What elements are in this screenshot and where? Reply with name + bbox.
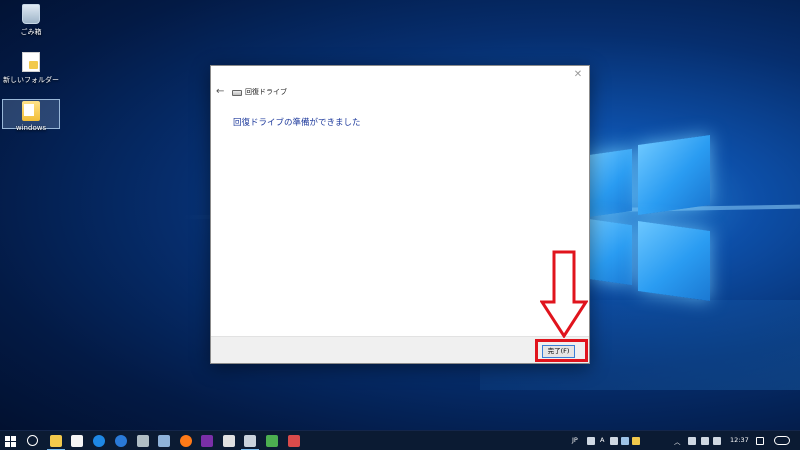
desktop-icon-label: windows <box>15 124 47 132</box>
wifi-icon[interactable] <box>701 437 709 445</box>
recycle-bin-icon <box>22 4 40 24</box>
volume-icon[interactable] <box>713 437 721 445</box>
battery-icon[interactable] <box>688 437 696 445</box>
dialog-footer: 完了(F) <box>211 336 589 363</box>
ime-tool-icon[interactable] <box>587 437 595 445</box>
recovery-drive-taskbar-icon[interactable] <box>241 435 259 450</box>
dialog-title: 回復ドライブ <box>245 88 287 96</box>
logo-pane <box>638 134 710 216</box>
logo-pane <box>638 220 710 302</box>
desktop-icon-recycle-bin[interactable]: ごみ箱 <box>2 4 60 37</box>
firefox-icon[interactable] <box>180 435 192 447</box>
calendar-app-icon[interactable] <box>288 435 300 447</box>
back-arrow-button[interactable]: ← <box>216 86 224 97</box>
ime-pad-icon[interactable] <box>610 437 618 445</box>
taskbar: JP A ︿ 12:37 <box>0 430 800 450</box>
ime-dictionary-icon[interactable] <box>621 437 629 445</box>
file-icon <box>22 52 40 72</box>
store-icon[interactable] <box>71 435 83 447</box>
recovery-drive-dialog: ✕ ← 回復ドライブ 回復ドライブの準備ができました 完了(F) <box>210 65 590 364</box>
ime-language-indicator[interactable]: JP <box>572 436 578 444</box>
dialog-heading: 回復ドライブの準備ができました <box>233 118 361 128</box>
ime-settings-icon[interactable] <box>632 437 640 445</box>
devices-icon[interactable] <box>137 435 149 447</box>
folder-icon <box>22 101 40 121</box>
clock[interactable]: 12:37 <box>730 436 749 444</box>
search-icon[interactable] <box>27 435 38 446</box>
windows-logo-wallpaper <box>588 130 718 320</box>
cloud-icon[interactable] <box>774 436 790 445</box>
action-center-icon[interactable] <box>756 437 764 445</box>
phone-icon[interactable] <box>158 435 170 447</box>
app-icon[interactable] <box>266 435 278 447</box>
internet-explorer-icon[interactable] <box>115 435 127 447</box>
start-button[interactable] <box>5 436 16 447</box>
file-explorer-icon[interactable] <box>47 435 65 450</box>
desktop-icon-label: 新しいフォルダー <box>3 76 59 84</box>
close-button[interactable]: ✕ <box>571 68 585 82</box>
drive-icon <box>232 90 242 96</box>
desktop-icon-new-folder[interactable]: 新しいフォルダー <box>2 52 60 85</box>
logo-pane <box>588 218 632 286</box>
logo-pane <box>588 148 632 218</box>
ime-mode-indicator[interactable]: A <box>600 436 604 444</box>
desktop-icon-label: ごみ箱 <box>20 28 42 36</box>
finish-button[interactable]: 完了(F) <box>542 345 575 358</box>
show-hidden-icons-chevron-icon[interactable]: ︿ <box>674 436 681 446</box>
mail-icon[interactable] <box>223 435 235 447</box>
onenote-icon[interactable] <box>201 435 213 447</box>
edge-icon[interactable] <box>93 435 105 447</box>
desktop-icon-windows[interactable]: windows <box>2 99 60 132</box>
red-down-arrow-icon <box>540 250 588 338</box>
